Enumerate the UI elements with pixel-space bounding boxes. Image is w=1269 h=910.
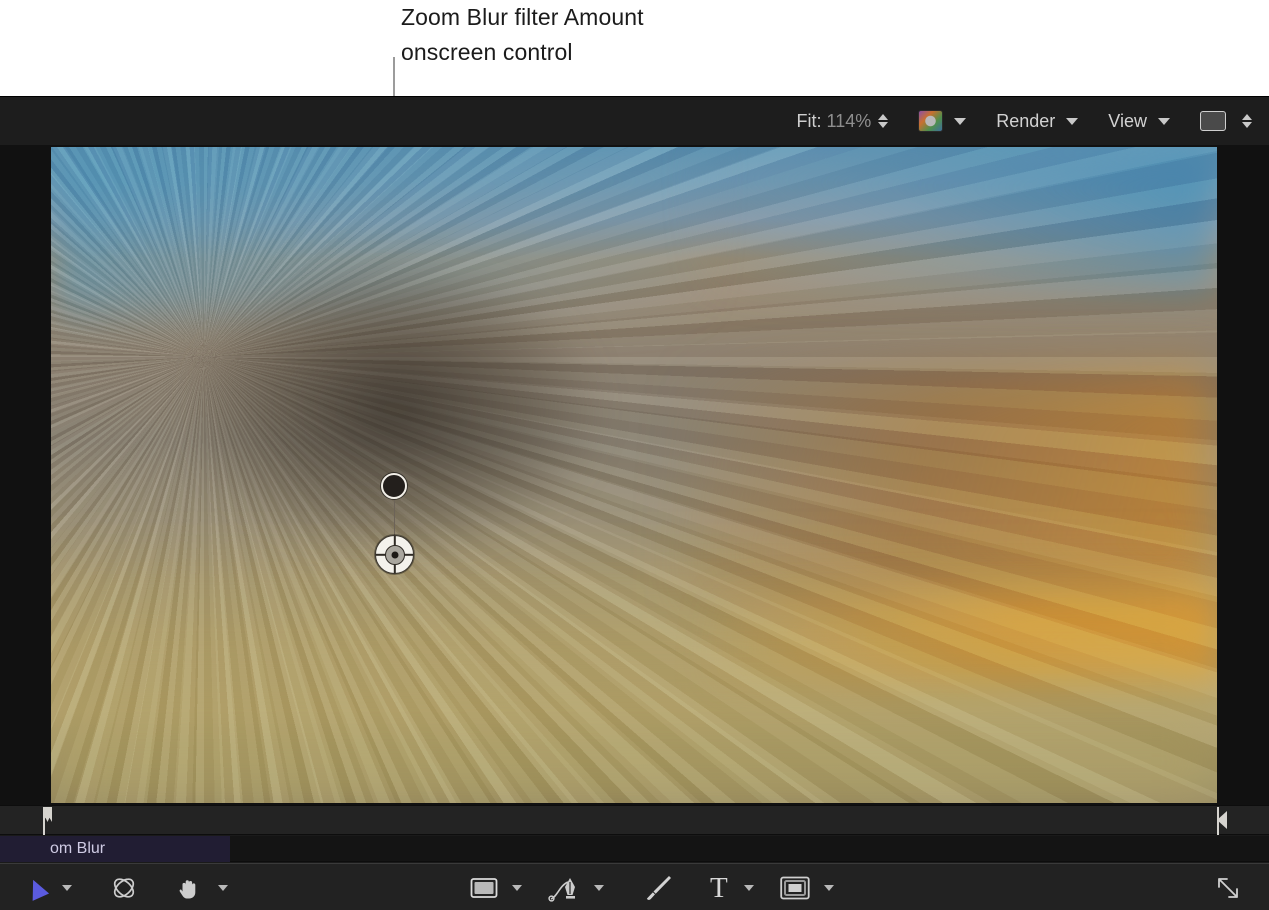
- view-menu[interactable]: View: [1078, 97, 1170, 145]
- chevron-down-icon[interactable]: [594, 885, 604, 891]
- 3d-transform-tool-icon[interactable]: [110, 874, 138, 902]
- timeline-clip-zoom-blur[interactable]: om Blur: [0, 836, 230, 862]
- up-down-stepper-icon[interactable]: [1240, 114, 1253, 128]
- fit-value: 114%: [827, 111, 872, 132]
- amount-handle[interactable]: [381, 473, 407, 499]
- mask-frame-tool-icon[interactable]: [780, 876, 810, 900]
- text-tool-label: T: [710, 874, 728, 903]
- view-label: View: [1108, 111, 1147, 132]
- clip-label: om Blur: [50, 840, 105, 858]
- chevron-down-icon[interactable]: [1158, 118, 1170, 125]
- select-arrow-tool-icon[interactable]: [28, 879, 46, 898]
- paint-brush-tool-icon[interactable]: [642, 873, 672, 903]
- timeline-track[interactable]: om Blur: [0, 836, 1269, 862]
- chevron-down-icon[interactable]: [1066, 118, 1078, 125]
- fit-label: Fit:: [797, 111, 822, 132]
- timeline-ruler[interactable]: [0, 805, 1269, 835]
- bezier-pen-tool-icon[interactable]: [548, 873, 582, 903]
- motion-app-window: Fit: 114% Render View: [0, 96, 1269, 910]
- chevron-down-icon[interactable]: [744, 885, 754, 891]
- canvas-bottom-toolbar: T: [0, 863, 1269, 910]
- callout-annotation-text: Zoom Blur filter Amount onscreen control: [401, 0, 881, 70]
- canvas-top-toolbar: Fit: 114% Render View: [0, 97, 1269, 145]
- display-rectangle-icon[interactable]: [1200, 111, 1226, 131]
- center-target-control[interactable]: [375, 535, 414, 574]
- up-down-stepper-icon[interactable]: [876, 114, 889, 128]
- canvas-viewer[interactable]: [0, 145, 1269, 805]
- chevron-down-icon[interactable]: [512, 885, 522, 891]
- chevron-down-icon[interactable]: [824, 885, 834, 891]
- color-channels-control[interactable]: [889, 97, 966, 145]
- hand-pan-tool-icon[interactable]: [176, 875, 202, 901]
- end-of-project-marker-icon[interactable]: [1213, 807, 1227, 835]
- chevron-down-icon[interactable]: [954, 118, 966, 125]
- playhead-marker-icon[interactable]: [37, 807, 51, 835]
- zoom-blur-preview-image[interactable]: [51, 147, 1217, 803]
- chevron-down-icon[interactable]: [218, 885, 228, 891]
- render-menu[interactable]: Render: [966, 97, 1078, 145]
- display-layout-control[interactable]: [1170, 97, 1253, 145]
- zoom-fit-control[interactable]: Fit: 114%: [797, 97, 890, 145]
- center-dot: [391, 551, 398, 558]
- text-tool-icon[interactable]: T: [710, 874, 728, 903]
- diagonal-resize-icon[interactable]: [1215, 875, 1241, 901]
- chevron-down-icon[interactable]: [62, 885, 72, 891]
- render-label: Render: [996, 111, 1055, 132]
- color-wheel-icon[interactable]: [918, 110, 943, 132]
- screenshot-root: Zoom Blur filter Amount onscreen control…: [0, 0, 1269, 910]
- rectangle-shape-tool-icon[interactable]: [470, 877, 498, 899]
